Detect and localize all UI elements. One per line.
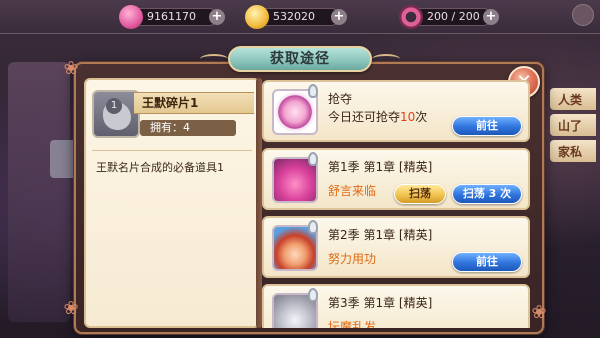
item-owned-count: 拥有：4 — [140, 120, 236, 136]
background-side-tabs: 人类 山了 家私 — [550, 88, 596, 166]
pin-icon — [308, 288, 318, 302]
pin-icon — [308, 152, 318, 166]
resource-bar: 9161170 + 532020 + 200 / 200 + — [0, 0, 600, 34]
pin-icon — [308, 84, 318, 98]
plunder-remaining-unit: 次 — [415, 110, 428, 124]
title-ornament-right — [372, 54, 400, 64]
title-ornament-left — [200, 54, 228, 64]
add-gems-button[interactable]: + — [209, 9, 225, 25]
source-subtitle: 今日还可抢夺10次 — [328, 108, 427, 125]
source-card-stage: 第2季 第1章 [精英] 努力用功 前往 — [262, 216, 530, 278]
stamina-ring-icon — [399, 5, 423, 29]
flower-ornament-icon: ❀ — [63, 298, 79, 319]
item-info-panel: 1 王默碎片1 拥有：4 王默名片合成的必备道具1 — [84, 78, 260, 328]
background-tab: 山了 — [550, 114, 596, 136]
source-card-plunder: 抢夺 今日还可抢夺10次 前往 — [262, 80, 530, 142]
stage-title: 第3季 第1章 [精英] — [328, 296, 433, 310]
stage-name: 努力用功 — [328, 252, 377, 266]
stage-name: 坛魔乱发 — [328, 320, 377, 328]
heart-gem-icon — [119, 5, 143, 29]
popup-title: 获取途径 — [228, 46, 372, 72]
flower-ornament-icon: ❀ — [531, 302, 547, 323]
item-fragment-icon: 1 — [92, 90, 140, 138]
source-card-stage: 第1季 第1章 [精英] 舒言来临 扫荡 扫荡 3 次 — [262, 148, 530, 210]
source-title: 抢夺 — [328, 92, 353, 106]
settings-corner-button[interactable] — [572, 4, 594, 26]
pin-icon — [308, 220, 318, 234]
gold-value: 532020 — [273, 10, 315, 23]
stage-title: 第1季 第1章 [精英] — [328, 160, 433, 174]
plunder-remaining-count: 10 — [400, 110, 416, 124]
source-card-stage: 第3季 第1章 [精英] 坛魔乱发 — [262, 284, 530, 328]
add-gold-button[interactable]: + — [331, 9, 347, 25]
item-name: 王默碎片1 — [134, 92, 254, 114]
sweep-button[interactable]: 扫荡 — [394, 184, 446, 204]
resource-stamina: 200 / 200 + — [399, 5, 499, 29]
resource-gold: 532020 + — [245, 5, 347, 29]
sweep-3-times-button[interactable]: 扫荡 3 次 — [452, 184, 522, 204]
background-tab: 家私 — [550, 140, 596, 162]
go-button[interactable]: 前往 — [452, 116, 522, 136]
gems-value: 9161170 — [147, 10, 196, 23]
go-button[interactable]: 前往 — [452, 252, 522, 272]
stage-name: 舒言来临 — [328, 184, 377, 198]
stage-title: 第2季 第1章 [精英] — [328, 228, 433, 242]
gold-coin-icon — [245, 5, 269, 29]
add-stamina-button[interactable]: + — [483, 9, 499, 25]
background-card — [8, 62, 70, 322]
item-description: 王默名片合成的必备道具1 — [96, 161, 224, 174]
flower-ornament-icon: ❀ — [63, 58, 79, 79]
stamina-value: 200 / 200 — [427, 10, 480, 23]
source-list[interactable]: 抢夺 今日还可抢夺10次 前往 第1季 第1章 [精英] 舒言来临 扫荡 扫荡 … — [262, 78, 530, 328]
resource-gems: 9161170 + — [119, 5, 225, 29]
divider — [92, 150, 252, 151]
plunder-remaining-label: 今日还可抢夺 — [328, 110, 401, 124]
item-badge: 1 — [106, 98, 122, 114]
background-tab: 人类 — [550, 88, 596, 110]
